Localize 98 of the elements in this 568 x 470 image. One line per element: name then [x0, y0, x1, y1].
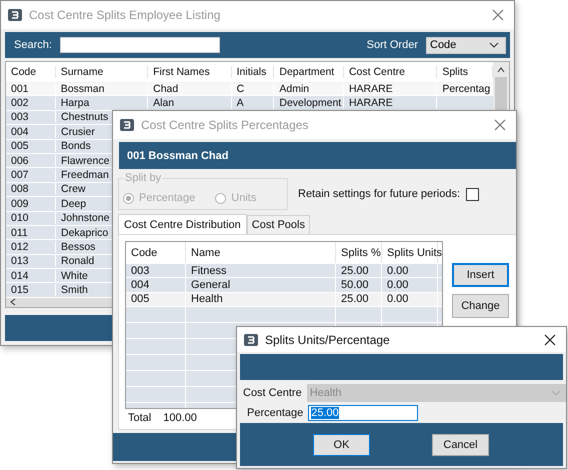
field-label: Percentage: [247, 407, 304, 419]
chevron-down-icon: [489, 42, 499, 48]
table-cell-text: Smith: [60, 284, 89, 296]
table-cell: 009: [6, 198, 56, 210]
total-value: 100.00: [163, 412, 197, 424]
table-cell-text: Johnstone: [60, 212, 110, 224]
close-icon: [492, 9, 504, 21]
table-cell-text: Deep: [60, 198, 88, 210]
tab[interactable]: Cost Pools: [246, 215, 310, 234]
radio-label: Percentage: [139, 192, 196, 204]
column-header[interactable]: Code: [126, 242, 186, 263]
table-row[interactable]: 003 Fitness 25.00 0.00: [126, 264, 442, 278]
total-label: Total: [128, 412, 152, 424]
table-cell: 0.00: [382, 264, 438, 278]
table-cell: 010: [6, 212, 56, 224]
table-cell: 002: [6, 97, 56, 110]
table-cell: HARARE: [344, 97, 438, 110]
table-cell: 001: [6, 82, 56, 95]
table-cell: 006: [6, 154, 56, 167]
table-cell: 0.00: [382, 278, 438, 292]
app-icon: [243, 332, 259, 348]
table-cell-text: White: [60, 270, 89, 282]
table-cell: A: [232, 97, 274, 110]
close-icon: [544, 334, 556, 346]
table-cell: 008: [6, 183, 56, 196]
sort-order-label: Sort Order: [366, 39, 418, 51]
table-cell: General: [186, 278, 336, 292]
table-cell: 50.00: [336, 278, 382, 292]
table-cell-text: Ronald: [60, 255, 96, 268]
table-cell-text: Flawrence: [60, 154, 110, 167]
table-cell-text: Chestnuts: [60, 111, 110, 124]
table-cell-text: Bessos: [60, 240, 96, 253]
column-header[interactable]: First Names: [148, 66, 232, 78]
radio-label: Units: [231, 192, 256, 204]
table-cell: 004: [126, 278, 186, 292]
table-cell: Percentag: [437, 82, 493, 95]
column-header[interactable]: Department: [274, 66, 344, 78]
column-header[interactable]: Splits %: [336, 242, 382, 263]
table-cell: 25.00: [336, 264, 382, 278]
app-icon: [7, 7, 23, 23]
app-icon: [119, 117, 135, 133]
table-cell: Harpa: [56, 97, 148, 110]
table-cell: Development: [274, 97, 344, 110]
search-field[interactable]: [60, 37, 220, 53]
table-cell-text: Dekaprico: [60, 226, 110, 239]
table-cell-text: Bonds: [60, 140, 92, 152]
table-cell: 007: [6, 169, 56, 182]
table-cell: 25.00: [336, 292, 382, 306]
table-cell: 012: [6, 240, 56, 253]
column-header[interactable]: Code: [6, 66, 56, 78]
table-cell: 003: [126, 264, 186, 278]
window-title: Cost Centre Splits Employee Listing: [29, 8, 220, 22]
table-row[interactable]: 005 Health 25.00 0.00: [126, 292, 442, 308]
window-title: Cost Centre Splits Percentages: [141, 118, 308, 132]
table-cell: HARARE: [344, 82, 438, 95]
scroll-up-icon[interactable]: [497, 67, 505, 73]
scroll-left-icon[interactable]: [10, 298, 16, 306]
action-button[interactable]: Change: [452, 294, 509, 318]
sort-order-dropdown[interactable]: Code: [426, 36, 506, 54]
employee-header: 001 Bossman Chad: [119, 142, 516, 169]
table-cell: Fitness: [186, 264, 336, 278]
table-cell: 013: [6, 255, 56, 268]
percentage-field[interactable]: 25.00: [308, 405, 418, 421]
table-cell: C: [232, 82, 274, 95]
window-title: Splits Units/Percentage: [265, 332, 390, 346]
table-cell-text: Crew: [60, 183, 87, 196]
chevron-down-icon: [551, 390, 561, 396]
table-cell-text: Freedman: [60, 169, 110, 182]
table-cell: 015: [6, 284, 56, 296]
group-label: Split by: [124, 172, 162, 184]
table-cell: 014: [6, 270, 56, 282]
table-row[interactable]: 004 General 50.00 0.00: [126, 278, 442, 293]
retain-label: Retain settings for future periods:: [298, 188, 460, 200]
table-cell: 005: [126, 292, 186, 306]
dialog-button[interactable]: OK: [313, 434, 370, 456]
column-header[interactable]: Name: [186, 242, 336, 263]
dialog-button[interactable]: Cancel: [432, 434, 489, 456]
table-cell: Bossman: [56, 82, 148, 95]
table-cell: 004: [6, 126, 56, 138]
search-label: Search:: [14, 39, 52, 51]
table-cell-text: Crusier: [60, 126, 96, 138]
close-icon: [494, 119, 506, 131]
column-header[interactable]: Initials: [232, 66, 274, 78]
field-label: Cost Centre: [243, 387, 302, 399]
close-button[interactable]: [542, 332, 558, 348]
table-cell: 005: [6, 140, 56, 152]
column-header[interactable]: Cost Centre: [344, 66, 438, 78]
tab[interactable]: Cost Centre Distribution: [118, 214, 247, 234]
table-cell: Health: [186, 292, 336, 306]
action-button[interactable]: Insert: [452, 263, 509, 287]
table-cell: Chad: [148, 82, 232, 95]
table-cell: 0.00: [382, 292, 438, 306]
table-cell: 011: [6, 226, 56, 239]
table-cell: Alan: [148, 97, 232, 110]
column-header[interactable]: Surname: [56, 66, 148, 78]
table-cell: 003: [6, 111, 56, 124]
checkbox[interactable]: [466, 188, 480, 200]
table-cell: Admin: [274, 82, 344, 95]
